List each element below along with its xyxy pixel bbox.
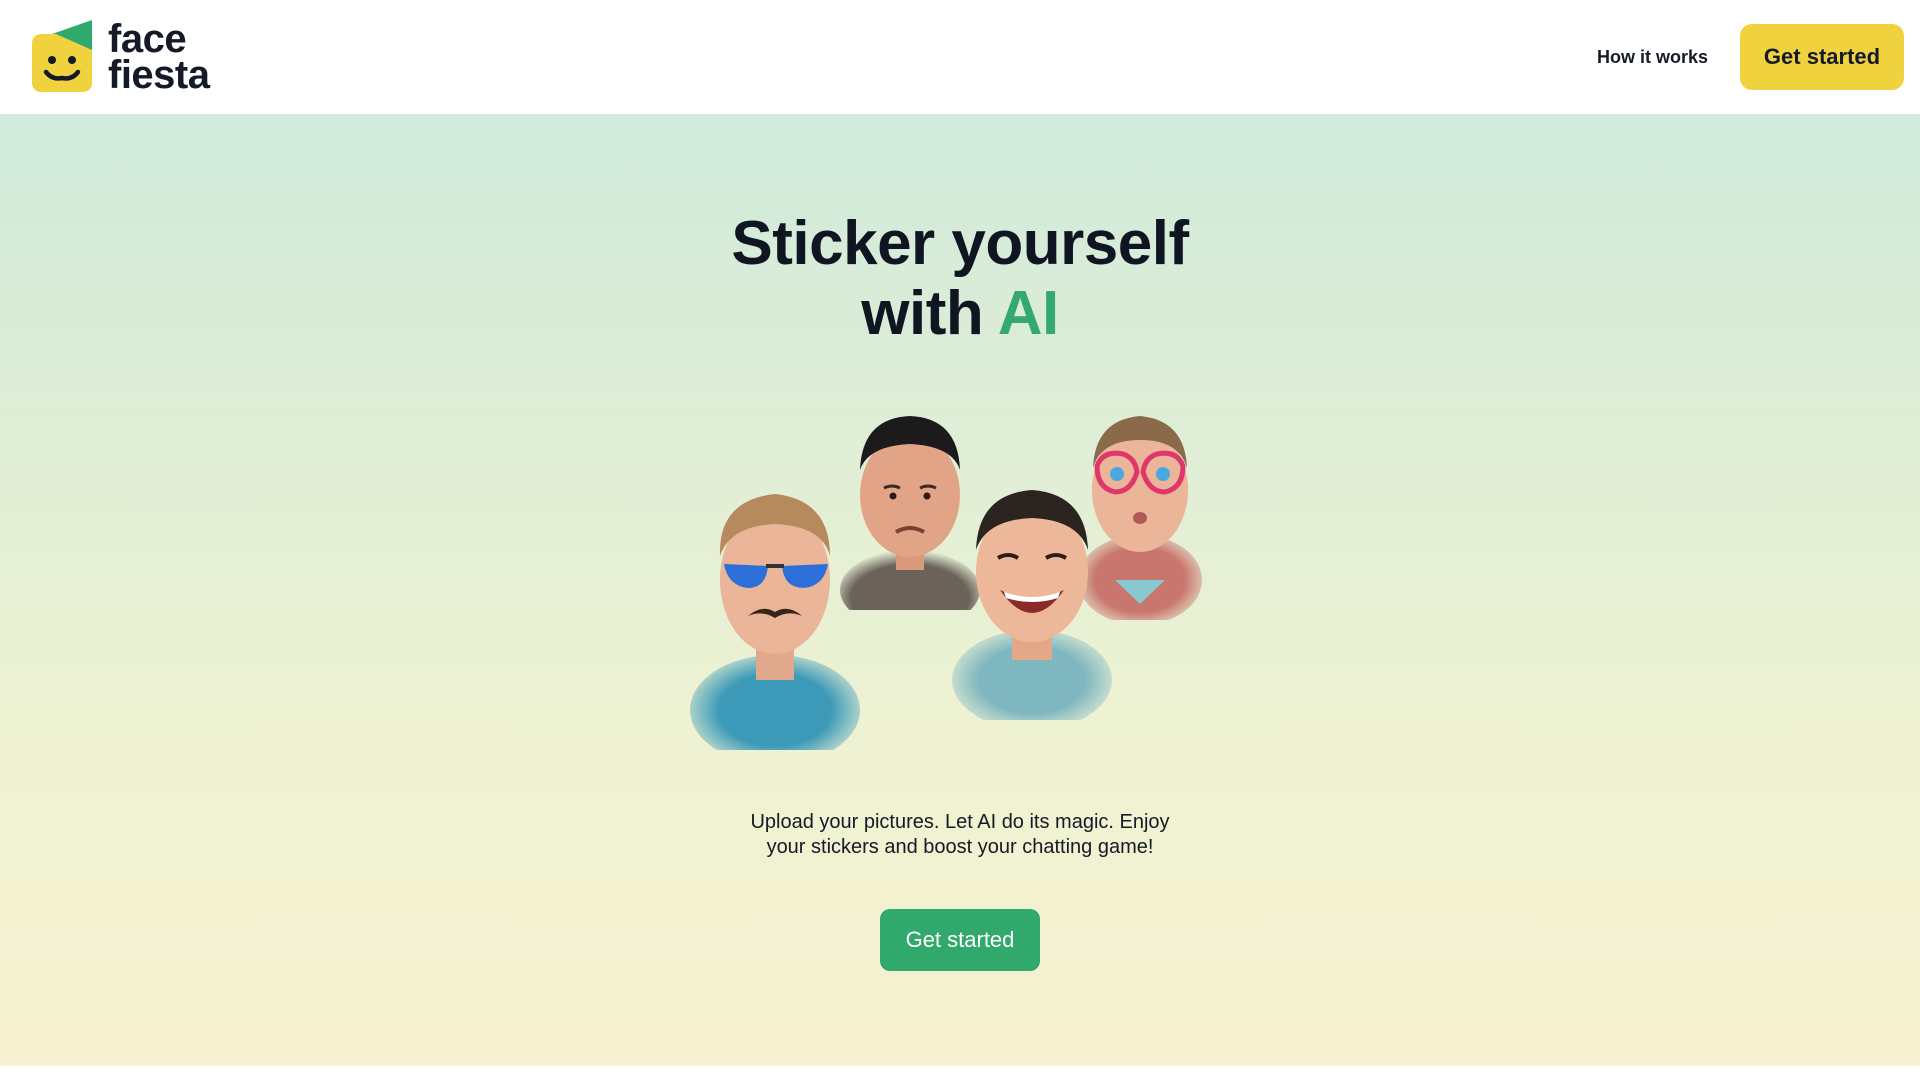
face-sunglasses-mustache-sticker [690,494,860,750]
hero-headline: Sticker yourself with AI [0,209,1920,349]
hero-description-line-1: Upload your pictures. Let AI do its magi… [750,811,1170,833]
brand-wordmark: face fiesta [108,17,210,97]
brand-line-2: fiesta [108,53,210,97]
hero-description: Upload your pictures. Let AI do its magi… [0,810,1920,860]
page-bottom-strip [0,1066,1920,1080]
hero-description-line-2: your stickers and boost your chatting ga… [766,836,1154,858]
smiley-face-logo-icon [32,20,92,92]
site-header: face fiesta How it works Get started [0,0,1920,114]
headline-with: with [861,279,984,348]
header-nav: How it works Get started [1597,24,1904,90]
headline-accent-ai: AI [997,279,1060,348]
how-it-works-link[interactable]: How it works [1597,47,1708,68]
header-get-started-button[interactable]: Get started [1740,24,1904,90]
hero-section: Sticker yourself with AI Upload your pic… [0,114,1920,1066]
brand-line-1: face [108,17,187,61]
face-laughing-man-sticker [952,490,1112,720]
hero-get-started-button[interactable]: Get started [880,909,1040,971]
brand-logo-link[interactable]: face fiesta [32,17,210,97]
headline-line-1: Sticker yourself [731,209,1189,278]
